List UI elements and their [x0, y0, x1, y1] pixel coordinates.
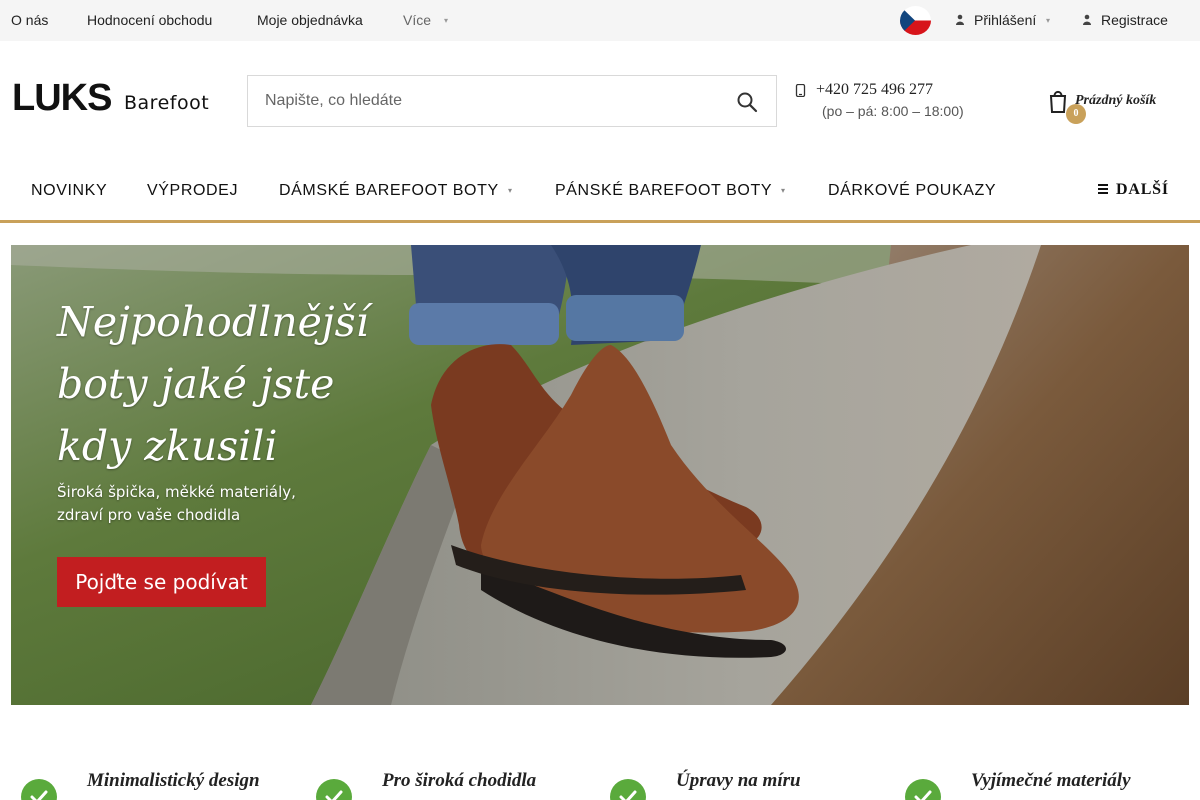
user-plus-icon	[1083, 14, 1091, 28]
topbar-link-about[interactable]: O nás	[11, 12, 48, 28]
hero-subline-1: Široká špička, měkké materiály,	[57, 483, 296, 501]
top-utility-bar: O nás Hodnocení obchodu Moje objednávka …	[0, 0, 1200, 41]
topbar-link-store-rating[interactable]: Hodnocení obchodu	[87, 12, 212, 28]
cart-icon[interactable]	[1048, 88, 1068, 114]
hero-headline-line-2: boty jaké jste	[57, 360, 335, 408]
hero-subline-2: zdraví pro vaše chodidla	[57, 506, 241, 524]
chevron-down-icon: ▾	[1046, 16, 1051, 25]
phone-icon	[795, 83, 806, 100]
logo-wordmark: LUKS	[12, 77, 112, 119]
register-link[interactable]: Registrace	[1101, 12, 1168, 28]
czech-flag-icon[interactable]	[900, 6, 931, 35]
nav-item-men[interactable]: PÁNSKÉ BAREFOOT BOTY	[555, 182, 772, 200]
nav-more-label: DALŠÍ	[1116, 181, 1169, 198]
login-link[interactable]: Přihlášení	[974, 12, 1036, 28]
chevron-down-icon: ▾	[444, 16, 449, 25]
hero-headline-line-3: kdy zkusili	[57, 422, 278, 470]
logo-subtitle: Barefoot	[124, 92, 210, 114]
topbar-link-my-order[interactable]: Moje objednávka	[257, 12, 363, 28]
nav-item-women[interactable]: DÁMSKÉ BAREFOOT BOTY	[279, 182, 499, 200]
hero-cta-button[interactable]: Pojďte se podívat	[57, 557, 266, 607]
check-icon	[21, 779, 57, 800]
cart-status[interactable]: Prázdný košík	[1075, 93, 1156, 109]
nav-item-gift-vouchers[interactable]: DÁRKOVÉ POUKAZY	[828, 182, 996, 200]
search-box	[247, 75, 777, 127]
check-icon	[610, 779, 646, 800]
feature-label: Minimalistický design	[87, 770, 260, 791]
nav-item-sale[interactable]: VÝPRODEJ	[147, 182, 238, 200]
feature-label: Úpravy na míru	[676, 770, 801, 791]
nav-more-button[interactable]: DALŠÍ	[1098, 181, 1169, 199]
user-icon	[956, 14, 964, 28]
check-icon	[316, 779, 352, 800]
main-navigation: NOVINKY VÝPRODEJ DÁMSKÉ BAREFOOT BOTY ▾ …	[0, 165, 1200, 223]
check-icon	[905, 779, 941, 800]
nav-item-new[interactable]: NOVINKY	[31, 182, 107, 200]
hero-banner[interactable]: Nejpohodlnější boty jaké jste kdy zkusil…	[11, 245, 1189, 705]
search-icon[interactable]	[736, 91, 758, 113]
phone-hours: (po – pá: 8:00 – 18:00)	[822, 103, 964, 119]
topbar-more-menu[interactable]: Více	[403, 12, 431, 28]
phone-number[interactable]: +420 725 496 277	[816, 81, 933, 99]
hero-headline-line-1: Nejpohodlnější	[57, 298, 369, 346]
hero-subline: Široká špička, měkké materiály, zdraví p…	[57, 481, 296, 527]
menu-icon	[1098, 184, 1108, 194]
feature-label: Vyjímečné materiály	[971, 770, 1131, 791]
feature-label: Pro široká chodidla	[382, 770, 537, 791]
chevron-down-icon: ▾	[508, 186, 513, 195]
chevron-down-icon: ▾	[781, 186, 786, 195]
search-input[interactable]	[248, 76, 718, 126]
